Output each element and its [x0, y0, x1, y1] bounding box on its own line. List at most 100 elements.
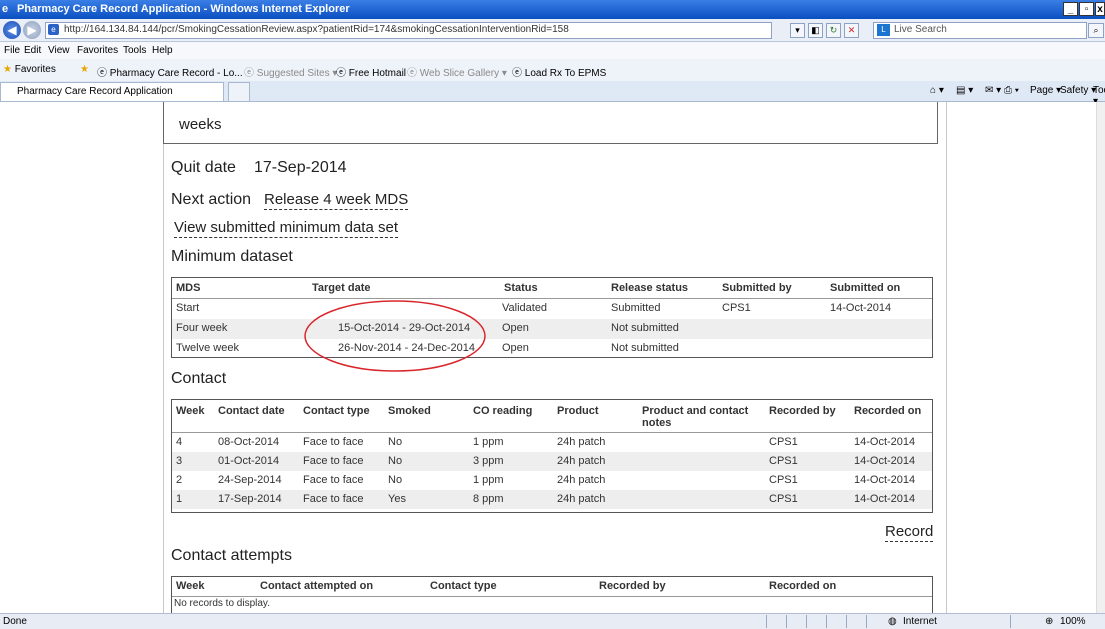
tab-pharmacy-care[interactable]: Pharmacy Care Record Application	[0, 82, 224, 101]
cell: 08-Oct-2014	[218, 436, 280, 448]
favorite-link-5[interactable]: ⓔ Load Rx To EPMS	[512, 64, 606, 79]
mds-header-row: MDS Target date Status Release status Su…	[172, 278, 932, 299]
menu-help[interactable]: Help	[152, 45, 173, 56]
window-title: Pharmacy Care Record Application - Windo…	[17, 3, 350, 15]
zoom-level[interactable]: 100%	[1060, 616, 1086, 627]
weeks-text: weeks	[179, 116, 222, 133]
menu-edit[interactable]: Edit	[24, 45, 41, 56]
maximize-icon[interactable]: ▫	[1079, 2, 1094, 16]
menu-tools[interactable]: Tools	[123, 45, 146, 56]
new-tab-button[interactable]	[228, 82, 250, 101]
zone-text: Internet	[903, 616, 937, 627]
add-favorite-icon[interactable]: ★	[80, 64, 89, 75]
right-border	[946, 102, 947, 613]
window-title-bar: e Pharmacy Care Record Application - Win…	[0, 0, 1105, 19]
cell: 24h patch	[557, 493, 606, 505]
col-mds: MDS	[176, 282, 201, 294]
col-contact-date: Contact date	[218, 405, 285, 417]
favorites-bar: ★ Favorites ★ ⓔ Pharmacy Care Record - L…	[0, 59, 1105, 82]
dropdown-icon[interactable]: ▾	[790, 23, 805, 38]
status-bar: Done ◍ Internet ⊕ 100%	[0, 613, 1105, 629]
menu-view[interactable]: View	[48, 45, 70, 56]
feeds-icon[interactable]: ▤ ▾	[956, 85, 973, 96]
cell: Start	[176, 302, 200, 314]
cell: 14-Oct-2014	[830, 302, 892, 314]
zoom-icon[interactable]: ⊕	[1045, 616, 1053, 627]
cell: 2	[176, 474, 183, 486]
cell: 17-Sep-2014	[218, 493, 282, 505]
table-row: 4 08-Oct-2014 Face to face No 1 ppm 24h patch…	[172, 433, 932, 452]
view-mds-link[interactable]: View submitted minimum data set	[174, 219, 398, 238]
menu-favorites[interactable]: Favorites	[77, 45, 118, 56]
address-bar[interactable]: e http://164.134.84.144/pcr/SmokingCessa…	[45, 22, 772, 39]
annotation-ellipse	[304, 300, 486, 372]
favorite-link-3[interactable]: ⓔ Free Hotmail	[336, 64, 406, 79]
cell: 14-Oct-2014	[854, 436, 916, 448]
cell: 24h patch	[557, 474, 606, 486]
record-link[interactable]: Record	[885, 523, 934, 542]
contact-heading: Contact	[171, 370, 227, 387]
globe-icon: ◍	[888, 616, 897, 627]
col-recorded-on: Recorded on	[769, 580, 837, 592]
print-icon[interactable]: ⎙ ▾	[1004, 85, 1019, 96]
col-status: Status	[504, 282, 538, 294]
next-action-label: Next action	[171, 191, 252, 208]
favorite-link-1[interactable]: ⓔ Pharmacy Care Record - Lo...	[97, 64, 243, 79]
favorite-link-4[interactable]: ⓔ Web Slice Gallery ▾	[407, 64, 507, 79]
forward-button[interactable]: ▶	[23, 21, 41, 39]
attempts-table: Week Contact attempted on Contact type R…	[171, 576, 933, 613]
ie-logo-icon: e	[2, 3, 9, 15]
cell: Submitted	[611, 302, 661, 314]
quit-date-label: Quit date	[171, 159, 236, 176]
col-recorded-by: Recorded by	[769, 405, 836, 417]
cell: 24h patch	[557, 455, 606, 467]
cell: Yes	[388, 493, 406, 505]
cell: Face to face	[303, 436, 364, 448]
empty-message: No records to display.	[174, 598, 270, 609]
cell: Open	[502, 342, 529, 354]
cell: 1 ppm	[473, 436, 504, 448]
attempts-header-row: Week Contact attempted on Contact type R…	[172, 577, 932, 597]
table-row: Twelve week 26-Nov-2014 - 24-Dec-2014 Op…	[172, 339, 932, 359]
search-icon[interactable]: ⌕	[1088, 23, 1104, 38]
cell: CPS1	[769, 493, 798, 505]
cell: CPS1	[769, 474, 798, 486]
next-action-link[interactable]: Release 4 week MDS	[264, 191, 409, 210]
compatibility-icon[interactable]: ◧	[808, 23, 823, 38]
col-release-status: Release status	[611, 282, 689, 294]
cell: No	[388, 474, 403, 486]
cell: Open	[502, 322, 529, 334]
page-menu[interactable]: Page ▾	[1030, 85, 1061, 96]
divider	[866, 615, 867, 628]
cell: CPS1	[722, 302, 751, 314]
menu-file[interactable]: File	[4, 45, 20, 56]
back-button[interactable]: ◀	[3, 21, 21, 39]
refresh-icon[interactable]: ↻	[826, 23, 841, 38]
favorites-button[interactable]: ★ Favorites	[3, 64, 56, 75]
col-product: Product	[557, 405, 599, 417]
cell: 24h patch	[557, 436, 606, 448]
mail-icon[interactable]: ✉ ▾	[985, 85, 1001, 96]
close-icon[interactable]: x	[1095, 2, 1105, 16]
search-placeholder: Live Search	[894, 24, 947, 35]
page-content: weeks Quit date 17-Sep-2014 Next action …	[0, 102, 1096, 613]
col-submitted-by: Submitted by	[722, 282, 792, 294]
search-box[interactable]: L Live Search	[873, 22, 1087, 39]
cell: CPS1	[769, 455, 798, 467]
cell: Four week	[176, 322, 228, 334]
vertical-scrollbar[interactable]	[1096, 102, 1105, 613]
divider	[766, 615, 767, 628]
safety-menu[interactable]: Safety ▾	[1060, 85, 1096, 96]
stop-icon[interactable]: ✕	[844, 23, 859, 38]
address-text: http://164.134.84.144/pcr/SmokingCessati…	[64, 24, 569, 35]
col-co-reading: CO reading	[473, 405, 533, 417]
divider	[1010, 615, 1011, 628]
table-row: Start - Validated Submitted CPS1 14-Oct-…	[172, 299, 932, 319]
divider	[786, 615, 787, 628]
favorite-link-2[interactable]: ⓔ Suggested Sites ▾	[244, 64, 337, 79]
home-icon[interactable]: ⌂ ▾	[930, 85, 944, 96]
cell: 14-Oct-2014	[854, 455, 916, 467]
cell: 14-Oct-2014	[854, 493, 916, 505]
minimize-icon[interactable]: _	[1063, 2, 1078, 16]
cell: Face to face	[303, 455, 364, 467]
